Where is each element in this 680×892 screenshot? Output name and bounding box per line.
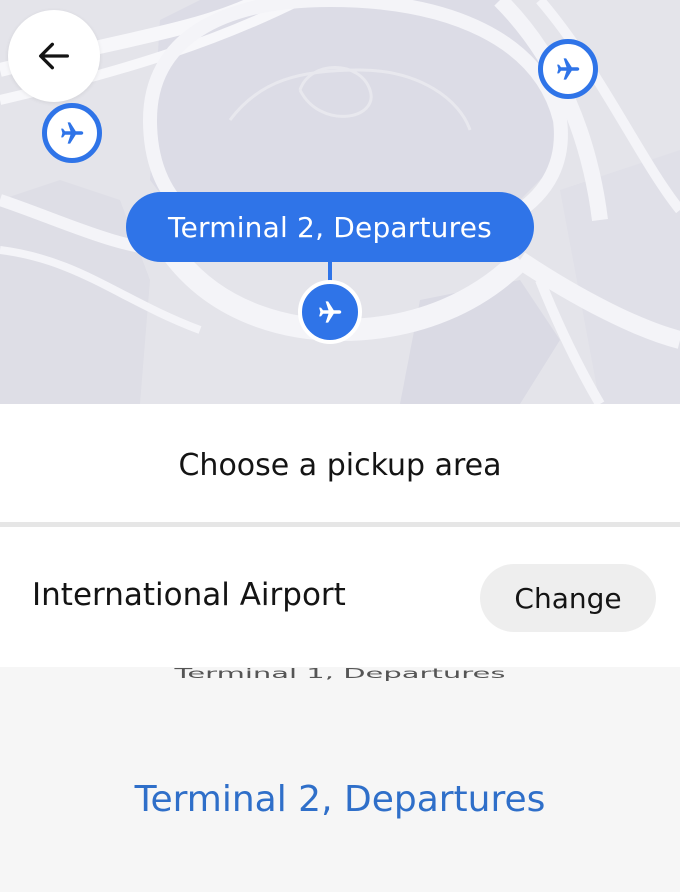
- airplane-icon: [61, 122, 84, 144]
- selected-terminal-label[interactable]: Terminal 2, Departures: [126, 192, 534, 262]
- location-name: International Airport: [32, 577, 346, 613]
- airport-pin-terminal-3[interactable]: [538, 39, 598, 99]
- airport-pin-terminal-1[interactable]: [42, 103, 102, 163]
- sheet-title: Choose a pickup area: [178, 447, 502, 483]
- airport-pin-terminal-2[interactable]: [298, 280, 362, 344]
- screen: Terminal 2, Departures Choose a pickup a…: [0, 0, 680, 892]
- arrow-left-icon: [39, 42, 70, 70]
- picker-option-selected[interactable]: Terminal 2, Departures: [0, 779, 680, 820]
- change-button[interactable]: Change: [480, 564, 656, 632]
- picker-option[interactable]: Terminal 1, Departures: [0, 667, 680, 681]
- airplane-icon: [319, 301, 342, 323]
- pickup-area-picker[interactable]: Terminal 1, Departures Terminal 2, Depar…: [0, 667, 680, 892]
- airplane-icon: [557, 58, 580, 80]
- location-row: International Airport Change: [0, 527, 680, 667]
- map-view[interactable]: Terminal 2, Departures: [0, 0, 680, 404]
- sheet-header: Choose a pickup area: [0, 404, 680, 522]
- back-button[interactable]: [8, 10, 100, 102]
